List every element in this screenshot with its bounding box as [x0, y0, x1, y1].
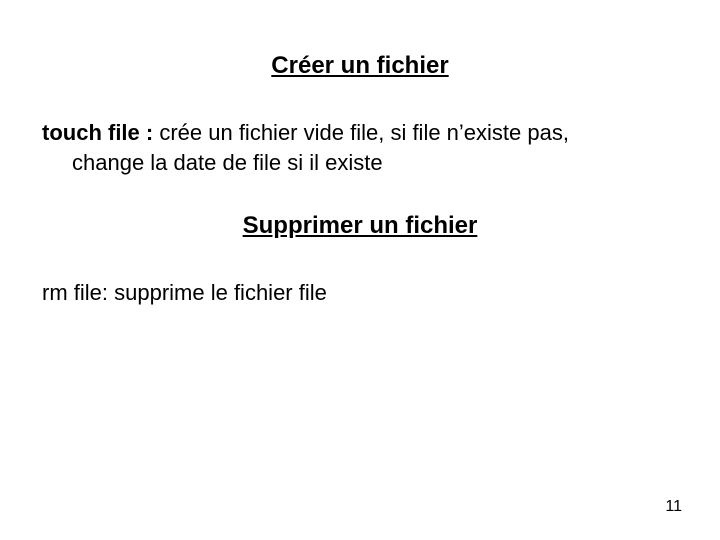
paragraph-rm: rm file: supprime le fichier file — [42, 278, 678, 308]
desc-touch-line1: crée un fichier vide file, si file n’exi… — [153, 120, 569, 145]
slide: Créer un fichier touch file : crée un fi… — [0, 0, 720, 540]
heading-delete-file: Supprimer un fichier — [0, 212, 720, 240]
page-number: 11 — [665, 498, 682, 516]
paragraph-touch: touch file : crée un fichier vide file, … — [42, 118, 678, 177]
desc-touch-line2: change la date de file si il existe — [42, 148, 678, 178]
cmd-touch: touch file : — [42, 120, 153, 145]
heading-create-file: Créer un fichier — [0, 52, 720, 80]
